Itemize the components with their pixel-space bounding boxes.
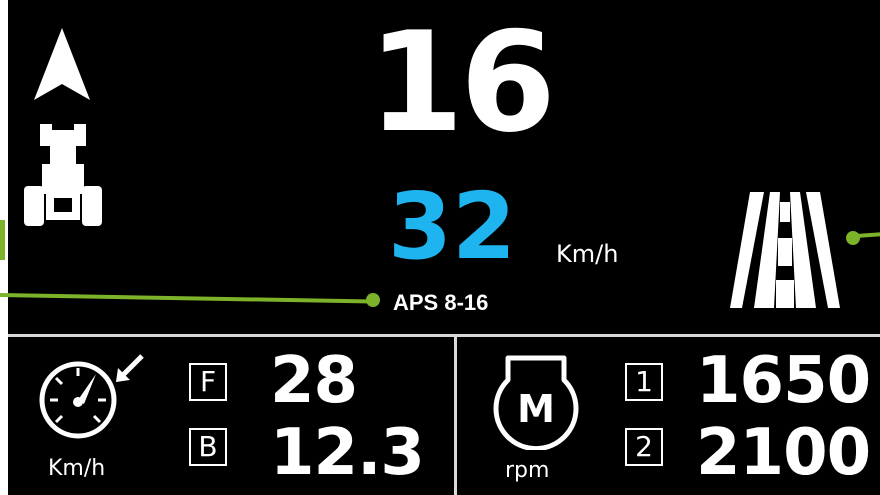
speed-unit: Km/h bbox=[556, 240, 619, 268]
callout-line-left bbox=[0, 293, 372, 304]
bottom-left-unit: Km/h bbox=[48, 456, 106, 481]
speedometer-icon bbox=[38, 352, 150, 448]
engine-label: M bbox=[517, 387, 555, 431]
backward-label-box: B bbox=[189, 428, 227, 466]
gear-number: 16 bbox=[368, 2, 556, 163]
engine-icon: M bbox=[486, 350, 586, 454]
divider-vertical bbox=[454, 334, 457, 495]
forward-label-box: F bbox=[189, 363, 227, 401]
road-icon bbox=[730, 192, 840, 314]
mode-label: APS 8-16 bbox=[393, 290, 489, 315]
left-edge-fragment bbox=[0, 220, 5, 260]
callout-line-right bbox=[855, 231, 880, 238]
rpm-1-value: 1650 bbox=[696, 344, 871, 418]
tractor-icon bbox=[22, 120, 106, 234]
speed-value: 32 bbox=[388, 173, 517, 280]
dashboard-screen: 16 32 Km/h APS 8-16 Km/h F 28 B 12.3 M r… bbox=[0, 0, 880, 495]
rpm-1-label-box: 1 bbox=[625, 363, 663, 401]
bottom-right-unit: rpm bbox=[505, 458, 550, 483]
rpm-2-value: 2100 bbox=[696, 416, 871, 490]
north-arrow-icon bbox=[32, 28, 92, 106]
callout-dot-left bbox=[366, 293, 380, 307]
rpm-2-label-box: 2 bbox=[625, 428, 663, 466]
forward-speed-value: 28 bbox=[270, 344, 358, 418]
backward-speed-value: 12.3 bbox=[270, 416, 425, 490]
divider-horizontal bbox=[8, 334, 880, 337]
